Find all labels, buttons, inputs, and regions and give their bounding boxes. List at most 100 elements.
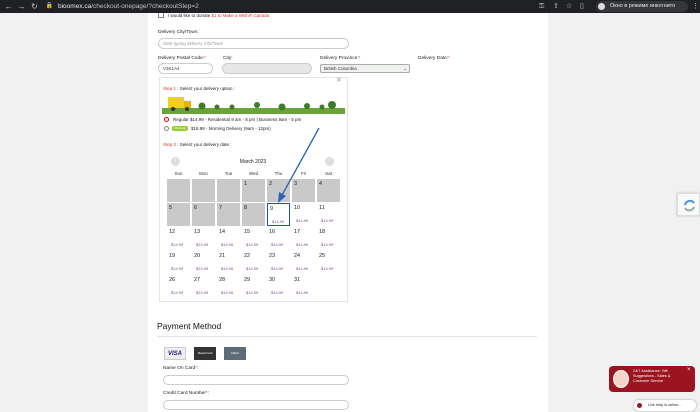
day-price: $14.99 bbox=[296, 290, 309, 295]
calendar-day[interactable]: 11 $14.99 bbox=[317, 203, 340, 226]
mastercard-icon: MasterCard bbox=[194, 347, 216, 360]
day-number: 19 bbox=[169, 253, 176, 259]
calendar-day[interactable]: 13 $14.99 bbox=[192, 227, 215, 250]
forward-icon[interactable]: → bbox=[17, 2, 26, 11]
reload-icon[interactable]: ↻ bbox=[30, 2, 39, 11]
province-select[interactable]: British Columbia ⌄ bbox=[320, 64, 410, 73]
calendar-day[interactable]: 16 $14.99 bbox=[267, 227, 290, 250]
name-on-card-input[interactable] bbox=[163, 375, 349, 385]
calendar-day[interactable]: 31 $14.99 bbox=[292, 275, 315, 298]
chevron-down-icon: ⌄ bbox=[403, 66, 407, 71]
morning-option: $18.98 - Morning Delivery (9am - 12pm) bbox=[191, 126, 271, 131]
province-label: Delivery Province:* bbox=[320, 56, 361, 61]
step2-title: Step 2 : Select your delivery date : bbox=[163, 142, 232, 147]
calendar-day[interactable]: 15 $14.99 bbox=[242, 227, 265, 250]
calendar-day[interactable]: 30 $14.99 bbox=[267, 275, 290, 298]
day-number: 1 bbox=[244, 181, 248, 187]
live-help-bar[interactable]: Live help is online... bbox=[634, 400, 696, 411]
calendar-day: 6 bbox=[192, 203, 215, 226]
amex-icon: AMEX bbox=[224, 347, 246, 360]
weekday-label: Wed bbox=[248, 171, 259, 176]
day-price: $14.99 bbox=[171, 266, 184, 271]
postal-label: Delivery Postal Code:* bbox=[158, 56, 206, 61]
annotation-arrow bbox=[278, 127, 320, 203]
day-price: $14.99 bbox=[296, 242, 309, 247]
day-number: 30 bbox=[269, 277, 276, 283]
city2-input[interactable] bbox=[222, 63, 312, 74]
day-number: 13 bbox=[194, 229, 201, 235]
day-number: 9 bbox=[270, 206, 274, 212]
day-price: $14.99 bbox=[272, 219, 285, 224]
donate-text: I would like to donate $1 to Make a Wish… bbox=[168, 13, 270, 18]
calendar-day[interactable]: 24 $14.99 bbox=[292, 251, 315, 274]
calendar-day bbox=[217, 179, 240, 202]
calendar-day[interactable]: 28 $14.99 bbox=[217, 275, 240, 298]
day-price: $14.99 bbox=[246, 290, 259, 295]
city2-label: City: bbox=[223, 56, 233, 61]
calendar-day[interactable]: 17 $14.99 bbox=[292, 227, 315, 250]
address-bar[interactable]: bioomex.ca/checkout-onepage/?checkoutSte… bbox=[58, 2, 199, 11]
day-price: $14.99 bbox=[296, 266, 309, 271]
calendar-day[interactable]: 20 $14.99 bbox=[192, 251, 215, 274]
calendar-day[interactable]: 21 $14.99 bbox=[217, 251, 240, 274]
donate-checkbox[interactable] bbox=[158, 13, 164, 18]
prev-month-button[interactable]: ‹ bbox=[171, 157, 180, 166]
day-number: 31 bbox=[294, 277, 301, 283]
chat-bubble-icon bbox=[637, 403, 642, 408]
day-price: $14.99 bbox=[221, 266, 234, 271]
city-label: Delivery City/Town: bbox=[158, 30, 199, 35]
key-icon[interactable]: ⚿ bbox=[539, 2, 544, 11]
star-icon[interactable]: ☆ bbox=[566, 2, 572, 11]
close-icon[interactable]: × bbox=[336, 76, 342, 86]
day-number: 12 bbox=[169, 229, 176, 235]
chat-close-icon[interactable]: × bbox=[687, 367, 691, 373]
calendar-day bbox=[317, 275, 340, 298]
postal-input[interactable]: V3K1A4 bbox=[158, 63, 213, 74]
calendar-day[interactable]: 27 $14.99 bbox=[192, 275, 215, 298]
lock-icon: 🔒 bbox=[45, 3, 54, 9]
calendar-day[interactable]: 19 $14.99 bbox=[167, 251, 190, 274]
day-number: 21 bbox=[219, 253, 226, 259]
day-price: $14.99 bbox=[271, 290, 284, 295]
delivery-truck-banner bbox=[162, 97, 345, 114]
day-number: 6 bbox=[194, 205, 198, 211]
calendar-day[interactable]: 29 $14.99 bbox=[242, 275, 265, 298]
day-number: 2 bbox=[269, 181, 273, 187]
day-number: 24 bbox=[294, 253, 301, 259]
calendar-day bbox=[192, 179, 215, 202]
sidebar-icon[interactable]: ▯ bbox=[580, 2, 584, 11]
day-number: 20 bbox=[194, 253, 201, 259]
calendar-day[interactable]: 10 $14.99 bbox=[292, 203, 315, 226]
day-number: 25 bbox=[319, 253, 326, 259]
chat-widget[interactable]: 24/7 Assistance: Gift Suggestions - Sale… bbox=[609, 366, 695, 392]
day-number: 28 bbox=[219, 277, 226, 283]
menu-icon[interactable]: ⋮ bbox=[692, 2, 699, 11]
calendar-day[interactable]: 12 $14.99 bbox=[167, 227, 190, 250]
next-month-button[interactable]: › bbox=[325, 157, 334, 166]
regular-radio[interactable] bbox=[164, 117, 169, 122]
card-number-input[interactable] bbox=[163, 400, 349, 410]
day-number: 15 bbox=[244, 229, 251, 235]
city-input[interactable]: Start typing delivery City/Town bbox=[158, 38, 349, 49]
agent-avatar bbox=[613, 370, 629, 388]
recaptcha-icon bbox=[684, 199, 695, 212]
recaptcha-badge[interactable] bbox=[677, 193, 700, 216]
day-price: $14.99 bbox=[321, 266, 334, 271]
calendar-day[interactable]: 25 $14.99 bbox=[317, 251, 340, 274]
back-icon[interactable]: ← bbox=[4, 2, 13, 11]
calendar-day[interactable]: 14 $14.99 bbox=[217, 227, 240, 250]
morning-radio[interactable] bbox=[164, 126, 169, 131]
day-number: 11 bbox=[319, 205, 325, 211]
share-icon[interactable]: ⇪ bbox=[553, 2, 559, 11]
calendar-day-selected[interactable]: 9 $14.99 bbox=[267, 203, 290, 226]
day-number: 27 bbox=[194, 277, 201, 283]
calendar-day[interactable]: 23 $14.99 bbox=[267, 251, 290, 274]
calendar-day[interactable]: 22 $14.99 bbox=[242, 251, 265, 274]
day-price: $14.99 bbox=[196, 266, 209, 271]
visa-icon: VISA bbox=[164, 347, 186, 360]
day-number: 22 bbox=[244, 253, 251, 259]
calendar-day[interactable]: 18 $14.99 bbox=[317, 227, 340, 250]
incognito-avatar bbox=[598, 3, 605, 10]
incognito-badge[interactable]: Окно в режиме инкогнито bbox=[596, 1, 688, 12]
calendar-day[interactable]: 26 $14.99 bbox=[167, 275, 190, 298]
